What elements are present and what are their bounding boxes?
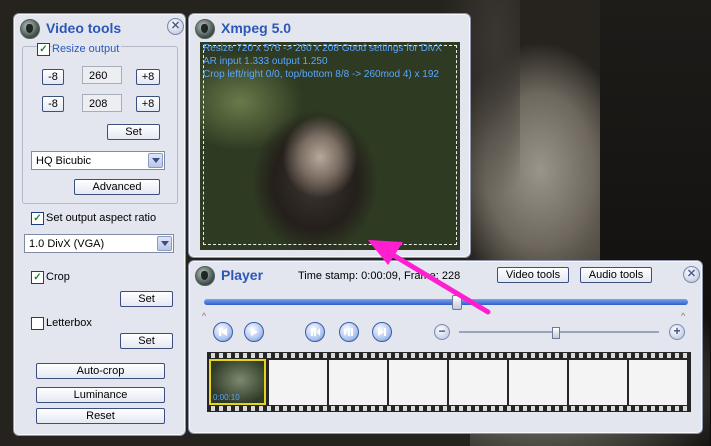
app-logo-icon [195, 19, 215, 39]
resize-filter-value: HQ Bicubic [36, 155, 92, 167]
close-icon[interactable]: ✕ [683, 266, 700, 283]
crop-set-button[interactable]: Set [120, 291, 173, 307]
film-frame[interactable] [329, 360, 387, 405]
close-icon[interactable]: ✕ [167, 18, 184, 35]
width-minus8-button[interactable]: -8 [42, 69, 64, 85]
advanced-button[interactable]: Advanced [74, 179, 160, 195]
aspect-ratio-checkbox[interactable]: ✓ [31, 212, 44, 225]
auto-crop-button[interactable]: Auto-crop [36, 363, 165, 379]
letterbox-set-button[interactable]: Set [120, 333, 173, 349]
resize-output-checkbox[interactable]: ✓ [37, 43, 50, 56]
resize-set-button[interactable]: Set [107, 124, 160, 140]
film-frame[interactable] [509, 360, 567, 405]
skip-to-end-icon[interactable] [372, 322, 392, 342]
chevron-down-icon[interactable] [157, 236, 172, 251]
aspect-ratio-select[interactable]: 1.0 DivX (VGA) [24, 234, 174, 253]
play-icon[interactable] [244, 322, 264, 342]
chevron-down-icon[interactable] [148, 153, 163, 168]
aspect-ratio-value: 1.0 DivX (VGA) [29, 238, 105, 250]
height-minus8-button[interactable]: -8 [42, 96, 64, 112]
frame-thumbnail[interactable]: 0:00:10 [209, 359, 266, 405]
player-titlebar[interactable]: Player Time stamp: 0:00:09, Frame: 228 V… [189, 261, 702, 287]
overlay-line: Crop left/right 0/0, top/bottom 8/8 -> 2… [203, 69, 439, 80]
height-plus8-button[interactable]: +8 [136, 96, 160, 112]
height-field[interactable]: 208 [82, 94, 122, 112]
mark-out-icon[interactable]: ^ [681, 311, 685, 321]
skip-to-start-icon[interactable] [213, 322, 233, 342]
film-perforations [207, 406, 691, 411]
seek-thumb[interactable] [451, 295, 462, 310]
zoom-out-icon[interactable]: − [434, 324, 450, 340]
xmpeg-title: Xmpeg 5.0 [221, 20, 292, 36]
seek-bar[interactable] [204, 299, 688, 305]
film-frame[interactable] [269, 360, 327, 405]
resize-output-label: Resize output [52, 43, 122, 55]
player-window: Player Time stamp: 0:00:09, Frame: 228 V… [188, 260, 703, 434]
letterbox-checkbox[interactable] [31, 317, 44, 330]
video-preview: Resize 720 x 576 -> 260 x 208 Good setti… [200, 42, 460, 250]
width-plus8-button[interactable]: +8 [136, 69, 160, 85]
film-frame[interactable] [389, 360, 447, 405]
letterbox-label: Letterbox [46, 317, 92, 329]
step-back-icon[interactable] [305, 322, 325, 342]
video-tools-button[interactable]: Video tools [497, 267, 569, 283]
film-frame[interactable] [629, 360, 687, 405]
step-forward-icon[interactable] [339, 322, 359, 342]
reset-button[interactable]: Reset [36, 408, 165, 424]
mark-in-icon[interactable]: ^ [202, 311, 206, 321]
resize-filter-select[interactable]: HQ Bicubic [31, 151, 165, 170]
video-tools-titlebar[interactable]: Video tools ✕ [14, 14, 185, 40]
filmstrip: 0:00:10 [207, 352, 691, 412]
zoom-slider-thumb[interactable] [552, 327, 560, 339]
video-tools-window: Video tools ✕ ✓ Resize output -8 260 +8 … [13, 13, 186, 436]
xmpeg-titlebar[interactable]: Xmpeg 5.0 [189, 14, 470, 40]
app-logo-icon [20, 19, 40, 39]
width-field[interactable]: 260 [82, 66, 122, 84]
thumb-caption: 0:00:10 [213, 393, 240, 402]
timestamp-label: Time stamp: 0:00:09, Frame: 228 [298, 270, 461, 282]
crop-label: Crop [46, 271, 70, 283]
xmpeg-window: Xmpeg 5.0 Resize 720 x 576 -> 260 x 208 … [188, 13, 471, 258]
video-tools-title: Video tools [46, 20, 122, 36]
luminance-button[interactable]: Luminance [36, 387, 165, 403]
overlay-line: AR input 1.333 output 1.250 [203, 56, 328, 67]
film-perforations [207, 353, 691, 358]
audio-tools-button[interactable]: Audio tools [580, 267, 652, 283]
film-frame[interactable] [449, 360, 507, 405]
crop-checkbox[interactable]: ✓ [31, 271, 44, 284]
overlay-line: Resize 720 x 576 -> 260 x 208 Good setti… [203, 43, 442, 54]
film-frame[interactable] [569, 360, 627, 405]
player-title: Player [221, 267, 264, 283]
aspect-ratio-label: Set output aspect ratio [46, 212, 157, 224]
zoom-in-icon[interactable]: + [669, 324, 685, 340]
app-logo-icon [195, 266, 215, 286]
